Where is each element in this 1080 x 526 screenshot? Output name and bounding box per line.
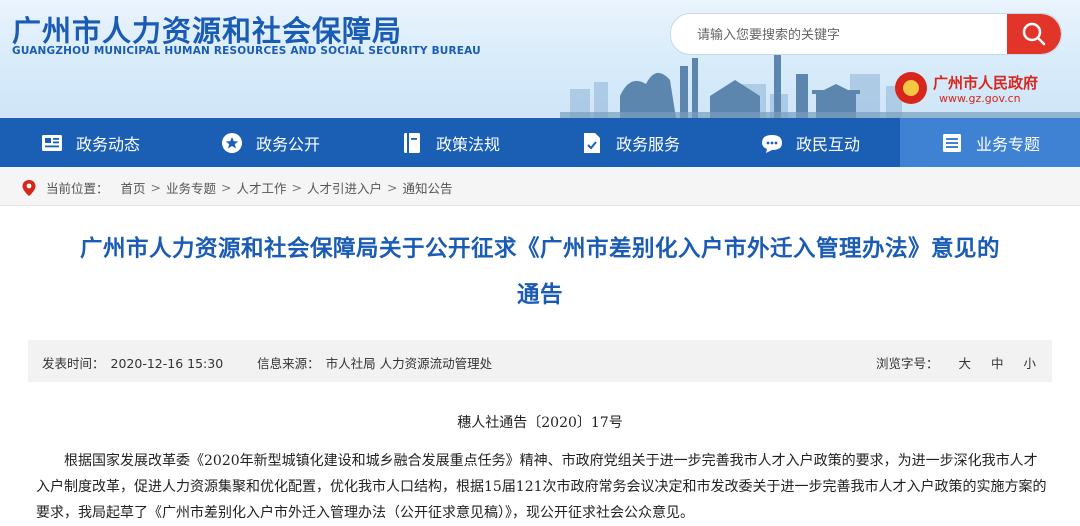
breadcrumb-prefix: 当前位置： — [46, 181, 109, 196]
nav-item-interaction[interactable]: 政民互动 — [720, 118, 900, 167]
nav-item-public-affairs[interactable]: 政务公开 — [180, 118, 360, 167]
site-header: 广州市人力资源和社会保障局 GUANGZHOU MUNICIPAL HUMAN … — [0, 0, 1080, 118]
newspaper-icon — [41, 134, 62, 151]
article-title: 广州市人力资源和社会保障局关于公开征求《广州市差别化入户市外迁入管理办法》意见的… — [24, 229, 1056, 315]
breadcrumb-separator: > — [221, 180, 232, 195]
font-size-label: 浏览字号： — [875, 356, 939, 371]
font-size-large-button[interactable]: 大 — [958, 356, 971, 371]
font-size-small-button[interactable]: 小 — [1023, 356, 1036, 371]
nav-item-label: 政民互动 — [795, 134, 860, 154]
chat-bubble-icon — [761, 134, 782, 153]
article-title-line: 通告 — [516, 282, 563, 308]
site-subtitle: GUANGZHOU MUNICIPAL HUMAN RESOURCES AND … — [12, 45, 481, 57]
document-check-icon — [583, 132, 600, 153]
nav-item-special-topics[interactable]: 业务专题 — [900, 118, 1080, 167]
gov-logo-link[interactable]: 广州市人民政府 www.gz.gov.cn — [895, 70, 1060, 108]
nav-item-label: 政策法规 — [435, 134, 500, 154]
document-number: 穗人社通告〔2020〕17号 — [457, 415, 623, 431]
breadcrumb-separator: > — [291, 180, 303, 195]
breadcrumb-notices[interactable]: 通知公告 — [403, 178, 453, 197]
list-icon — [942, 133, 961, 152]
nav-item-label: 政务动态 — [75, 134, 140, 154]
source-value: 市人社局 人力资源流动管理处 — [325, 356, 493, 371]
breadcrumb-special-topics[interactable]: 业务专题 — [166, 178, 216, 197]
nav-item-policies[interactable]: 政策法规 — [360, 118, 540, 167]
nav-item-label: 政务公开 — [255, 134, 320, 154]
article-title-line: 广州市人力资源和社会保障局关于公开征求《广州市差别化入户市外迁入管理办法》意见的 — [79, 236, 1000, 262]
gov-logo-url: www.gz.gov.cn — [939, 92, 1021, 105]
search-button[interactable] — [1007, 14, 1061, 54]
article-body-paragraph: 根据国家发展改革委《2020年新型城镇化建设和城乡融合发展重点任务》精神、市政府… — [36, 453, 1047, 521]
gov-logo-name: 广州市人民政府 — [933, 74, 1039, 92]
publish-date: 2020-12-16 15:30 — [110, 356, 224, 371]
search-input[interactable] — [695, 14, 999, 54]
font-size-medium-button[interactable]: 中 — [991, 356, 1004, 371]
star-circle-icon — [221, 132, 242, 153]
search-icon — [1022, 22, 1046, 46]
breadcrumb: 当前位置： 首页 > 业务专题 > 人才工作 > 人才引进入户 > 通知公告 — [0, 167, 1080, 206]
breadcrumb-separator: > — [150, 180, 162, 195]
nav-item-news[interactable]: 政务动态 — [0, 118, 180, 167]
book-icon — [403, 132, 420, 153]
nav-item-label: 业务专题 — [975, 134, 1040, 154]
publish-date-label: 发表时间： — [42, 356, 105, 371]
breadcrumb-talent-work[interactable]: 人才工作 — [237, 178, 287, 197]
location-pin-icon — [22, 179, 36, 196]
breadcrumb-home[interactable]: 首页 — [121, 178, 146, 197]
search-box — [670, 13, 1062, 55]
gov-emblem-icon — [895, 72, 927, 104]
main-nav: 政务动态 政务公开 政策法规 政务服务 政民互动 业务专题 — [0, 118, 1080, 167]
site-title[interactable]: 广州市人力资源和社会保障局 — [12, 8, 402, 50]
article-meta-bar: 发表时间： 2020-12-16 15:30 信息来源： 市人社局 人力资源流动管理… — [28, 340, 1052, 382]
breadcrumb-separator: > — [387, 180, 398, 195]
breadcrumb-talent-residency[interactable]: 人才引进入户 — [307, 178, 382, 197]
nav-item-label: 政务服务 — [615, 134, 680, 154]
nav-item-services[interactable]: 政务服务 — [540, 118, 720, 167]
source-label: 信息来源： — [257, 356, 320, 371]
